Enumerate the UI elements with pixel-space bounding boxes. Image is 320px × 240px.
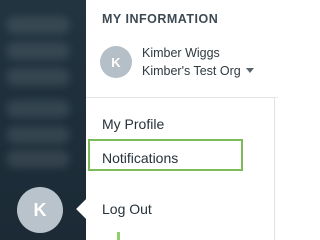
sidebar-blurred-item[interactable] (6, 16, 70, 34)
sidebar-blurred-item[interactable] (6, 150, 70, 168)
background-accent (117, 232, 120, 240)
account-avatar-button[interactable]: K (17, 187, 63, 233)
menu-edge (274, 98, 275, 240)
avatar-initial: K (33, 199, 47, 220)
sidebar-blurred-item[interactable] (6, 68, 70, 86)
menu-item-my-profile[interactable]: My Profile (102, 116, 164, 132)
account-dropdown-menu: MY INFORMATION K Kimber Wiggs Kimber's T… (86, 0, 278, 240)
user-info: Kimber Wiggs Kimber's Test Org (142, 45, 254, 80)
user-org: Kimber's Test Org (142, 63, 241, 78)
left-sidebar: K (0, 0, 86, 240)
sidebar-blurred-item[interactable] (6, 126, 70, 144)
sidebar-blurred-item[interactable] (6, 42, 70, 60)
divider (86, 97, 278, 98)
user-name: Kimber Wiggs (142, 45, 220, 60)
sidebar-blurred-item[interactable] (6, 100, 70, 118)
section-heading: MY INFORMATION (102, 12, 219, 26)
menu-item-notifications[interactable]: Notifications (102, 150, 178, 166)
chevron-down-icon[interactable] (245, 67, 254, 73)
user-avatar-initial: K (111, 54, 121, 70)
menu-item-log-out[interactable]: Log Out (102, 201, 152, 217)
org-switcher[interactable]: K Kimber Wiggs Kimber's Test Org (100, 44, 278, 80)
user-avatar: K (100, 46, 132, 78)
